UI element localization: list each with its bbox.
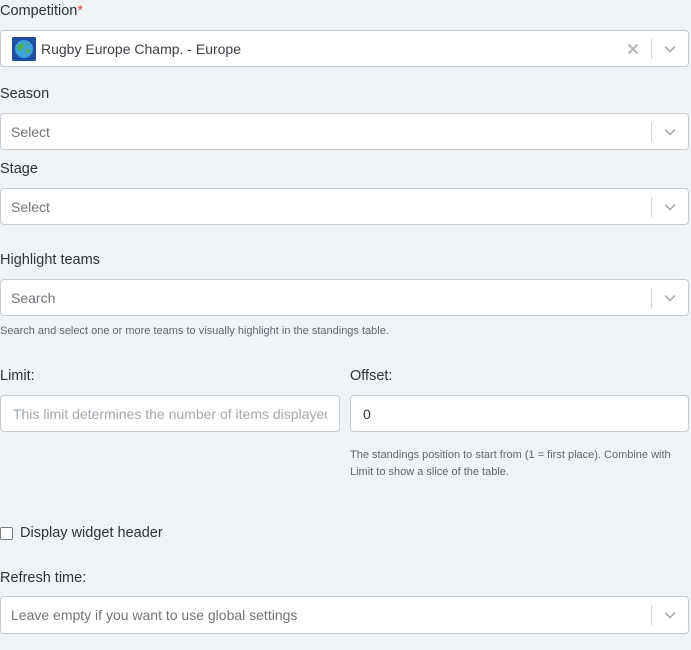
highlight-teams-help: Search and select one or more teams to v… — [0, 325, 389, 337]
globe-icon — [12, 37, 36, 61]
stage-placeholder: Select — [11, 198, 50, 215]
offset-label: Offset: — [350, 368, 393, 384]
limit-input[interactable] — [0, 395, 340, 432]
chevron-down-icon[interactable] — [662, 124, 678, 140]
offset-input[interactable] — [350, 395, 689, 432]
stage-label: Stage — [0, 161, 38, 177]
separator — [651, 605, 652, 625]
chevron-down-icon[interactable] — [662, 290, 678, 306]
season-placeholder: Select — [11, 123, 50, 140]
stage-select[interactable]: Select — [0, 188, 689, 225]
refresh-time-select[interactable]: Leave empty if you want to use global se… — [0, 596, 689, 634]
season-label: Season — [0, 86, 50, 102]
offset-help: The standings position to start from (1 … — [350, 449, 671, 478]
clear-icon[interactable] — [626, 42, 640, 56]
display-header-checkbox[interactable] — [0, 527, 13, 540]
chevron-down-icon[interactable] — [662, 199, 678, 215]
competition-value: Rugby Europe Champ. - Europe — [41, 40, 241, 57]
season-select[interactable]: Select — [0, 113, 689, 150]
highlight-teams-placeholder: Search — [11, 289, 56, 306]
chevron-down-icon[interactable] — [662, 41, 678, 57]
chevron-down-icon[interactable] — [662, 607, 678, 623]
competition-label: Competition* — [0, 3, 83, 19]
display-header-label[interactable]: Display widget header — [20, 525, 163, 541]
separator — [651, 39, 652, 59]
limit-label: Limit: — [0, 368, 35, 384]
competition-select[interactable]: Rugby Europe Champ. - Europe — [0, 30, 689, 67]
refresh-time-placeholder: Leave empty if you want to use global se… — [11, 607, 298, 623]
separator — [651, 197, 652, 217]
competition-label-text: Competition — [0, 3, 78, 19]
separator — [651, 288, 652, 308]
separator — [651, 122, 652, 142]
highlight-teams-label: Highlight teams — [0, 252, 100, 268]
required-mark: * — [77, 3, 84, 19]
highlight-teams-select[interactable]: Search — [0, 279, 689, 316]
refresh-time-label: Refresh time: — [0, 570, 87, 586]
